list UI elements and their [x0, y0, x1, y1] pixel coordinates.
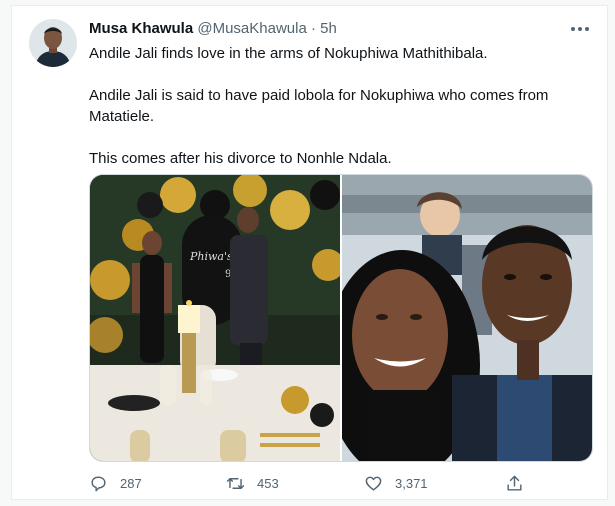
tweet-text: Andile Jali finds love in the arms of No…: [89, 43, 589, 190]
reply-icon: [91, 476, 106, 492]
more-horizontal-icon-dot: [585, 27, 589, 31]
photo-couple-selfie[interactable]: [342, 175, 592, 461]
more-options-button[interactable]: [565, 18, 595, 40]
more-horizontal-icon: [571, 27, 575, 31]
author-name[interactable]: Musa Khawula: [89, 20, 193, 37]
share-button[interactable]: [505, 474, 524, 493]
tweet-timestamp[interactable]: 5h: [320, 20, 337, 37]
share-icon: [507, 475, 522, 491]
photo-couple-at-dinner[interactable]: Phiwa's 9 thel: [90, 175, 340, 461]
tweet-paragraph: Andile Jali finds love in the arms of No…: [89, 45, 488, 62]
sign-text: Phiwa's: [189, 250, 233, 263]
tweet-paragraph: Andile Jali is said to have paid lobola …: [89, 87, 549, 125]
dinner-photo-image: Phiwa's 9 thel: [90, 175, 340, 461]
tweet-paragraph: This comes after his divorce to Nonhle N…: [89, 150, 392, 167]
more-horizontal-icon-dot: [578, 27, 582, 31]
retweet-icon: [226, 478, 245, 489]
retweet-button[interactable]: 453: [226, 474, 279, 493]
tweet-card[interactable]: Musa Khawula @MusaKhawula · 5h Andile Ja…: [11, 5, 608, 500]
avatar[interactable]: [29, 19, 77, 67]
like-button[interactable]: 3,371: [364, 474, 428, 493]
reply-count: 287: [120, 476, 142, 491]
tweet-header: Musa Khawula @MusaKhawula · 5h: [89, 19, 337, 39]
like-count: 3,371: [395, 476, 428, 491]
author-handle[interactable]: @MusaKhawula: [197, 20, 306, 37]
heart-icon: [365, 476, 382, 491]
tweet-actions: 287 453 3,371: [89, 474, 529, 496]
reply-button[interactable]: 287: [89, 474, 142, 493]
selfie-photo-image: [342, 175, 592, 461]
avatar-image: [29, 19, 77, 67]
retweet-count: 453: [257, 476, 279, 491]
separator-dot: ·: [310, 20, 316, 37]
tweet-media[interactable]: Phiwa's 9 thel: [89, 174, 593, 462]
